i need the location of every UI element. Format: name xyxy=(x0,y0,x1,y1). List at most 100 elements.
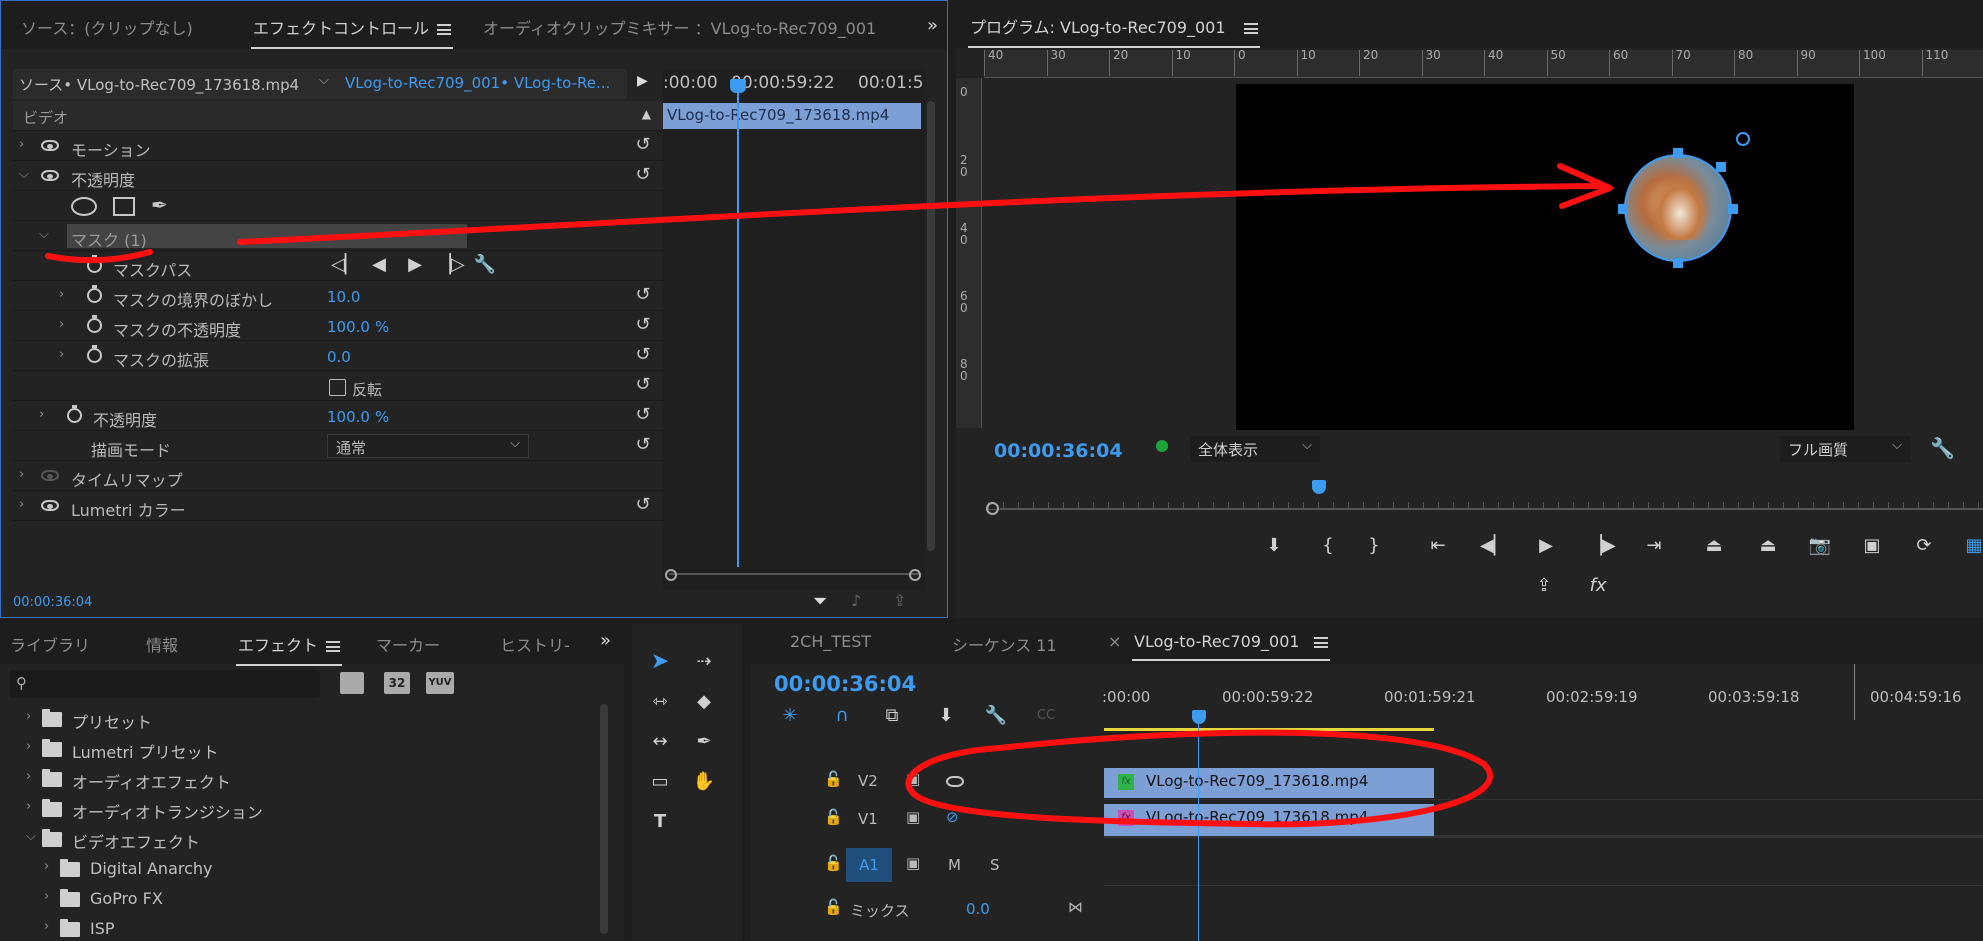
mask-handle-left[interactable] xyxy=(1618,204,1628,214)
list-item-presets[interactable]: › プリセット xyxy=(10,704,610,734)
lock-icon[interactable]: 🔓 xyxy=(824,808,843,826)
reset-icon[interactable]: ↺ xyxy=(633,435,653,455)
program-title[interactable]: プログラム: VLog-to-Rec709_001 xyxy=(968,14,1260,48)
export-icon[interactable]: ⇪ xyxy=(893,591,906,610)
reset-icon[interactable]: ↺ xyxy=(633,135,653,155)
add-marker-icon[interactable]: ⬇ xyxy=(934,704,958,728)
chevron-down-icon[interactable]: ⌵ xyxy=(26,829,36,844)
export-frame-icon[interactable]: ⇪ xyxy=(1532,574,1556,598)
reset-icon[interactable]: ↺ xyxy=(633,345,653,365)
mark-out-icon[interactable]: } xyxy=(1362,534,1386,558)
list-item-gopro-fx[interactable]: › GoPro FX xyxy=(10,884,610,914)
chevron-right-icon[interactable]: › xyxy=(26,709,31,724)
mask-handle-top[interactable] xyxy=(1673,148,1683,158)
mini-playhead-handle[interactable] xyxy=(730,79,746,93)
ripple-edit-tool-icon[interactable]: ⇿ xyxy=(648,690,672,714)
lock-icon[interactable]: 🔓 xyxy=(824,854,843,872)
timeline-playhead-handle[interactable] xyxy=(1192,710,1206,724)
eye-icon[interactable] xyxy=(946,776,964,787)
wrench-icon[interactable]: 🔧 xyxy=(984,704,1008,728)
mask-row[interactable]: ⌵ マスク (1) xyxy=(13,221,663,251)
more-panels-icon[interactable]: » xyxy=(927,15,938,36)
tab-source[interactable]: ソース：(クリップなし) xyxy=(21,15,193,39)
list-item-digital-anarchy[interactable]: › Digital Anarchy xyxy=(10,854,610,884)
32bit-effects-icon[interactable]: 32 xyxy=(384,672,410,694)
sync-lock-icon[interactable]: ▣ xyxy=(906,854,920,872)
mask-opacity-value[interactable]: 100.0 xyxy=(327,318,370,336)
lift-icon[interactable]: ⏏ xyxy=(1702,534,1726,558)
mask-feather-handle[interactable] xyxy=(1736,132,1750,146)
panel-menu-icon[interactable] xyxy=(1243,23,1258,34)
film-icon[interactable]: ▦ xyxy=(1962,534,1983,558)
lock-icon[interactable]: 🔓 xyxy=(824,898,843,916)
opacity-row[interactable]: ⌵ 不透明度 ↺ xyxy=(13,161,663,191)
tab-library[interactable]: ライブラリ xyxy=(10,632,90,656)
step-forward-icon[interactable]: ▕▶ xyxy=(1588,534,1616,558)
chevron-right-icon[interactable]: › xyxy=(26,739,31,754)
mute-button[interactable]: M xyxy=(948,856,961,874)
chevron-right-icon[interactable]: › xyxy=(26,799,31,814)
eye-hidden-icon[interactable]: ⊘ xyxy=(946,808,959,826)
play-icon[interactable]: ▶ xyxy=(1534,534,1558,558)
stopwatch-icon[interactable] xyxy=(87,345,102,363)
toggle-proxy-icon[interactable]: ⟳ xyxy=(1912,534,1936,558)
mix-value[interactable]: 0.0 xyxy=(966,900,990,918)
tab-audio-clip-mixer[interactable]: オーディオクリップミキサー ：VLog-to-Rec709_001 xyxy=(483,15,876,39)
collapse-up-icon[interactable]: ▲ xyxy=(642,107,651,121)
chevron-right-icon[interactable]: › xyxy=(44,919,49,934)
source-clip-selector[interactable]: ソース• VLog-to-Rec709_173618.mp4 xyxy=(13,69,315,99)
track-forward-icon[interactable]: ▶ xyxy=(403,253,427,277)
mask-handle-corner[interactable] xyxy=(1716,162,1726,172)
list-item-audio-transitions[interactable]: › オーディオトランジション xyxy=(10,794,610,824)
panel-menu-icon[interactable] xyxy=(326,641,341,652)
sync-lock-icon[interactable]: ▣ xyxy=(906,808,920,826)
chevron-down-icon[interactable]: ⌵ xyxy=(19,167,29,182)
solo-button[interactable]: S xyxy=(990,856,1000,874)
zoom-scroll-handle[interactable] xyxy=(986,502,999,515)
type-tool-icon[interactable]: T xyxy=(648,810,672,834)
list-item-isp[interactable]: › ISP xyxy=(10,914,610,941)
hand-tool-icon[interactable]: ✋ xyxy=(692,770,716,794)
chevron-right-icon[interactable]: › xyxy=(59,317,64,332)
sync-lock-icon[interactable]: ▣ xyxy=(906,770,920,788)
track-a1-lane[interactable] xyxy=(1104,846,1983,886)
video-frame[interactable] xyxy=(1236,84,1854,430)
mini-playhead[interactable] xyxy=(737,79,739,567)
tab-sequence-11[interactable]: シーケンス 11 xyxy=(952,632,1057,656)
eye-icon[interactable] xyxy=(41,500,59,511)
track-v1-label[interactable]: V1 xyxy=(858,810,878,828)
filter-icon[interactable]: ⏷ xyxy=(813,591,827,612)
time-remap-row[interactable]: › タイムリマップ xyxy=(13,461,663,491)
pen-mask-icon[interactable]: ✒ xyxy=(151,193,168,217)
reset-icon[interactable]: ↺ xyxy=(633,375,653,395)
mask-handle-bottom[interactable] xyxy=(1673,258,1683,268)
zoom-select[interactable]: 全体表示 ⌵ xyxy=(1190,436,1320,462)
list-item-audio-effects[interactable]: › オーディオエフェクト xyxy=(10,764,610,794)
slip-tool-icon[interactable]: ↔ xyxy=(648,730,672,754)
ellipse-mask-icon[interactable] xyxy=(71,197,97,216)
reset-icon[interactable]: ↺ xyxy=(633,165,653,185)
chevron-right-icon[interactable]: › xyxy=(19,467,24,482)
pen-tool-icon[interactable]: ✒ xyxy=(692,730,716,754)
reset-icon[interactable]: ↺ xyxy=(633,495,653,515)
program-timecode[interactable]: 00:00:36:04 xyxy=(994,440,1123,462)
fx-icon[interactable]: fx xyxy=(1586,574,1610,598)
magnet-icon[interactable]: ∩ xyxy=(830,704,854,728)
opacity-value[interactable]: 100.0 xyxy=(327,408,370,426)
go-to-out-icon[interactable]: ⇥ xyxy=(1642,534,1666,558)
track-backward-icon[interactable]: ◀ xyxy=(367,253,391,277)
rectangle-tool-icon[interactable]: ▭ xyxy=(648,770,672,794)
zoom-scroll-track[interactable] xyxy=(1000,508,1983,510)
panel-menu-icon[interactable] xyxy=(1313,637,1328,648)
stopwatch-icon[interactable] xyxy=(67,405,82,423)
program-scrub-bar[interactable] xyxy=(988,488,1983,510)
eye-icon[interactable] xyxy=(41,170,59,181)
tab-vlog-sequence[interactable]: VLog-to-Rec709_001 xyxy=(1132,632,1330,661)
mini-clip-bar[interactable]: VLog-to-Rec709_173618.mp4 xyxy=(663,103,921,129)
audio-icon[interactable]: ♪ xyxy=(851,591,861,610)
invert-checkbox[interactable] xyxy=(329,379,346,396)
chevron-right-icon[interactable]: › xyxy=(19,137,24,152)
scroll-handle-right[interactable] xyxy=(909,569,921,581)
track-backward-all-icon[interactable]: ◁▏ xyxy=(331,253,359,277)
reset-icon[interactable]: ↺ xyxy=(633,285,653,305)
